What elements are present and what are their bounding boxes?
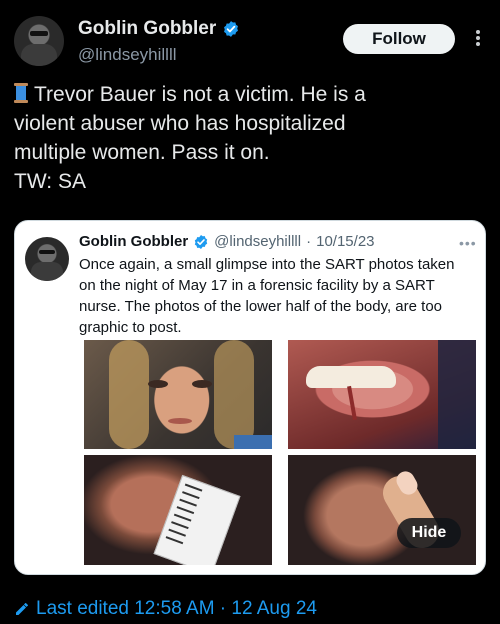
tweet-line-4: TW: SA	[14, 170, 86, 193]
media-photo-4[interactable]	[288, 455, 476, 565]
author-handle[interactable]: @lindseyhillll	[78, 45, 177, 65]
author-name-row: Goblin Gobbler	[78, 18, 240, 40]
quote-handle[interactable]: @lindseyhillll	[214, 233, 301, 250]
media-photo-2[interactable]	[288, 340, 476, 449]
pencil-icon	[16, 603, 28, 615]
follow-button[interactable]: Follow	[343, 24, 455, 54]
tweet-header: Goblin Gobbler @lindseyhillll Follow	[0, 0, 500, 78]
quote-display-name[interactable]: Goblin Gobbler	[79, 233, 188, 250]
tweet-line-1: Trevor Bauer is not a victim. He is a	[14, 80, 484, 109]
more-vertical-icon[interactable]	[470, 26, 486, 50]
thread-spool-icon	[14, 83, 28, 103]
quote-line-1: Once again, a small glimpse into the SAR…	[79, 256, 455, 273]
quote-date[interactable]: 10/15/23	[316, 233, 374, 250]
hide-media-button[interactable]: Hide	[397, 518, 461, 548]
verified-badge-icon	[224, 21, 239, 37]
quote-avatar-shirt	[31, 262, 63, 281]
tweet-line-1-text: Trevor Bauer is not a victim. He is a	[34, 83, 366, 106]
quote-separator: ·	[306, 233, 312, 250]
quote-line-4: graphic to post.	[79, 319, 182, 336]
quote-header: Goblin Gobbler @lindseyhillll · 10/15/23	[79, 233, 375, 250]
media-divider	[272, 340, 288, 565]
media-photo-1[interactable]	[84, 340, 272, 449]
quote-verified-badge-icon	[194, 234, 208, 249]
more-horizontal-icon[interactable]: •••	[459, 235, 477, 251]
tweet-text: Trevor Bauer is not a victim. He is a vi…	[14, 80, 484, 196]
tweet-line-3: multiple women. Pass it on.	[14, 141, 270, 164]
tweet-line-2: violent abuser who has hospitalized	[14, 112, 346, 135]
quote-line-3: nurse. The photos of the lower half of t…	[79, 298, 443, 315]
author-display-name[interactable]: Goblin Gobbler	[78, 18, 216, 40]
last-edited-text: Last edited 12:58 AM · 12 Aug 24	[36, 598, 317, 619]
quote-text: Once again, a small glimpse into the SAR…	[79, 254, 479, 338]
quote-avatar-glasses	[39, 250, 55, 254]
quote-line-2: on the night of May 17 in a forensic fac…	[79, 277, 435, 294]
avatar-glasses	[30, 31, 48, 36]
media-photo-3[interactable]	[84, 455, 272, 565]
quote-avatar-icon[interactable]	[25, 237, 69, 281]
last-edited-link[interactable]: Last edited 12:58 AM · 12 Aug 24	[14, 598, 317, 620]
avatar-shirt	[21, 44, 57, 66]
avatar-icon[interactable]	[14, 16, 64, 66]
